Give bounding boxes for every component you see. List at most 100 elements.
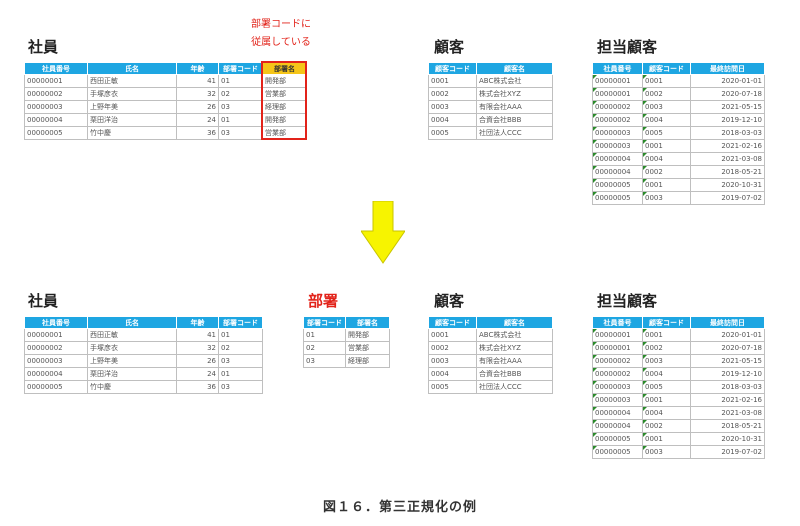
table-cell: 2019-07-02 (690, 445, 765, 459)
table-cell: 0003 (642, 100, 691, 114)
table-cell: ABC株式会社 (476, 328, 553, 342)
table-cell: 営業部 (345, 341, 390, 355)
table-header-row: 顧客コード 顧客名 (428, 62, 553, 75)
table-row: 0004 合資会社BBB (428, 113, 553, 127)
table-row: 00000001 0002 2020-07-18 (592, 341, 765, 355)
table-cell: 合資会社BBB (476, 367, 553, 381)
table-cell: 0004 (428, 367, 477, 381)
table-cell: 上野年美 (87, 354, 177, 368)
table-row: 00000003 0005 2018-03-03 (592, 380, 765, 394)
table-cell: 2021-02-16 (690, 139, 765, 153)
table-row: 02 営業部 (303, 341, 390, 355)
table-row: 00000001 0001 2020-01-01 (592, 328, 765, 342)
table-row: 00000002 0004 2019-12-10 (592, 113, 765, 127)
charge-table-title-after: 担当顧客 (597, 292, 658, 310)
table-row: 00000004 0004 2021-03-08 (592, 152, 765, 166)
table-row: 00000002 手塚彦衣 32 02 (24, 341, 263, 355)
column-header: 顧客コード (642, 62, 691, 75)
dependency-note-line1: 部署コードに (251, 19, 311, 30)
table-cell: 03 (303, 354, 346, 368)
column-header: 顧客名 (476, 62, 553, 75)
table-cell: 00000003 (592, 139, 643, 153)
table-row: 0003 有限会社AAA (428, 100, 553, 114)
table-cell: 0002 (642, 341, 691, 355)
column-header: 年齢 (176, 62, 219, 75)
column-header: 部署名 (345, 316, 390, 329)
table-cell: 0004 (642, 406, 691, 420)
table-header-row: 部署コード 部署名 (303, 316, 390, 329)
column-header: 最終訪問日 (690, 62, 765, 75)
table-cell: 0001 (428, 74, 477, 88)
column-header: 社員番号 (24, 62, 88, 75)
table-cell: 0003 (428, 100, 477, 114)
table-cell: 有限会社AAA (476, 100, 553, 114)
table-row: 00000001 0002 2020-07-18 (592, 87, 765, 101)
table-cell: 0001 (642, 328, 691, 342)
table-row: 00000003 0001 2021-02-16 (592, 393, 765, 407)
department-table: 部署コード 部署名 01 開発部 02 営業部 03 経理部 (303, 316, 390, 368)
table-cell: 有限会社AAA (476, 354, 553, 368)
table-cell: 02 (218, 341, 263, 355)
table-cell: 00000003 (24, 354, 88, 368)
column-header: 部署コード (303, 316, 346, 329)
table-cell: 2018-03-03 (690, 126, 765, 140)
table-cell: 00000004 (592, 152, 643, 166)
table-row: 0002 株式会社XYZ (428, 87, 553, 101)
column-header: 部署コード (218, 316, 263, 329)
table-row: 00000002 0003 2021-05-15 (592, 354, 765, 368)
charge-table-title: 担当顧客 (597, 38, 658, 56)
table-cell: 03 (218, 354, 263, 368)
table-cell: 00000001 (24, 328, 88, 342)
column-header: 顧客コード (642, 316, 691, 329)
table-header-row: 顧客コード 顧客名 (428, 316, 553, 329)
table-row: 00000001 西田正敏 41 01 (24, 328, 263, 342)
table-row: 03 経理部 (303, 354, 390, 368)
table-row: 0003 有限会社AAA (428, 354, 553, 368)
table-cell: 02 (218, 87, 263, 101)
table-cell: 00000004 (24, 367, 88, 381)
table-cell: 00000001 (24, 74, 88, 88)
table-row: 0001 ABC株式会社 (428, 328, 553, 342)
table-row: 0001 ABC株式会社 (428, 74, 553, 88)
table-cell: 00000003 (24, 100, 88, 114)
table-cell: 00000001 (592, 328, 643, 342)
table-cell: 竹中慶 (87, 380, 177, 394)
table-cell: 00000003 (592, 393, 643, 407)
charge-table: 社員番号 顧客コード 最終訪問日 00000001 0001 2020-01-01 000… (592, 62, 765, 205)
column-header: 顧客コード (428, 62, 477, 75)
table-cell: 2019-12-10 (690, 367, 765, 381)
table-cell: 0002 (428, 87, 477, 101)
table-cell: 開発部 (345, 328, 390, 342)
table-row: 00000005 竹中慶 36 03 (24, 380, 263, 394)
figure-caption: 図１６．第三正規化の例 (322, 500, 477, 515)
table-cell: 0005 (642, 126, 691, 140)
table-cell: 00000001 (592, 341, 643, 355)
table-cell: 社団法人CCC (476, 380, 553, 394)
column-header: 氏名 (87, 62, 177, 75)
table-cell: 2021-02-16 (690, 393, 765, 407)
table-cell: 00000004 (24, 113, 88, 127)
table-cell: 0003 (642, 191, 691, 205)
table-header-row: 社員番号 氏名 年齢 部署コード (24, 316, 263, 329)
table-cell: 2019-07-02 (690, 191, 765, 205)
table-cell: 2019-12-10 (690, 113, 765, 127)
table-cell: 01 (218, 367, 263, 381)
table-cell: 02 (303, 341, 346, 355)
table-cell: 24 (176, 113, 219, 127)
table-cell: 00000002 (24, 341, 88, 355)
table-cell: 栗田洋治 (87, 367, 177, 381)
table-cell: 0004 (642, 367, 691, 381)
customer-table-title: 顧客 (434, 38, 465, 56)
table-cell: 00000002 (592, 367, 643, 381)
column-header: 顧客名 (476, 316, 553, 329)
table-cell: 2021-05-15 (690, 354, 765, 368)
table-cell: 手塚彦衣 (87, 87, 177, 101)
table-cell: 00000005 (592, 445, 643, 459)
down-arrow-icon (361, 201, 405, 264)
table-cell: 01 (303, 328, 346, 342)
table-cell: 上野年美 (87, 100, 177, 114)
table-cell: 0004 (642, 113, 691, 127)
table-cell: 株式会社XYZ (476, 87, 553, 101)
table-cell: 手塚彦衣 (87, 341, 177, 355)
table-cell: 2020-07-18 (690, 341, 765, 355)
